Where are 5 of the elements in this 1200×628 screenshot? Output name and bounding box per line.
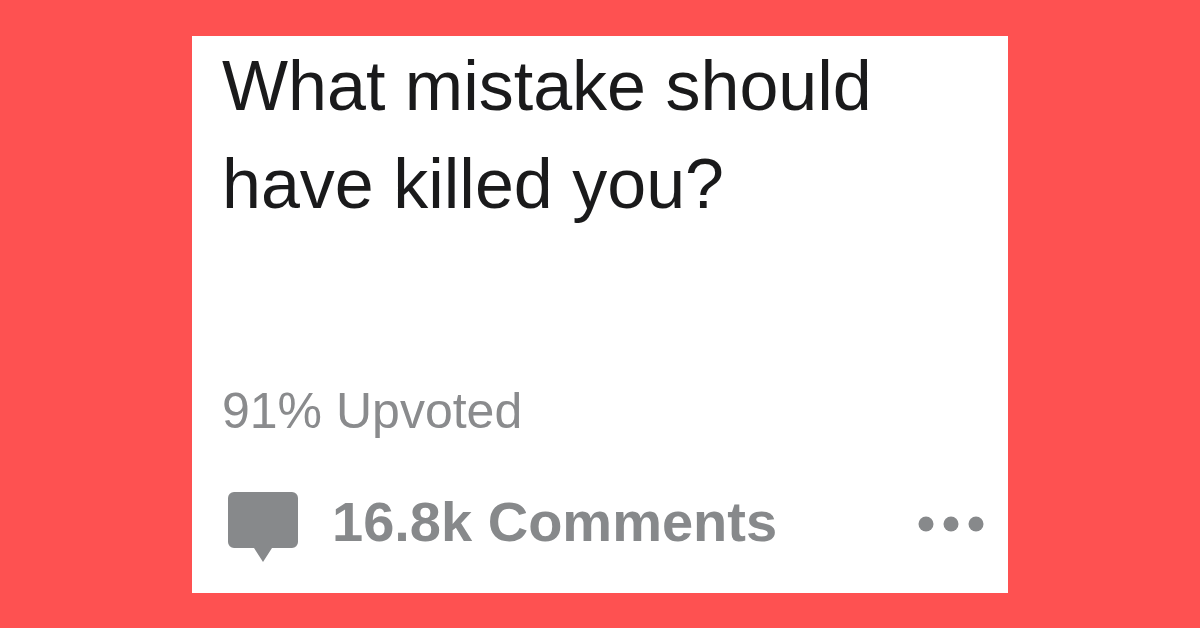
post-title: What mistake should have killed you? bbox=[222, 46, 873, 225]
comment-icon bbox=[228, 492, 298, 562]
more-icon[interactable] bbox=[918, 516, 984, 532]
comments-button[interactable]: 16.8k Comments bbox=[332, 491, 778, 553]
upvote-ratio: 91% Upvoted bbox=[222, 382, 523, 441]
